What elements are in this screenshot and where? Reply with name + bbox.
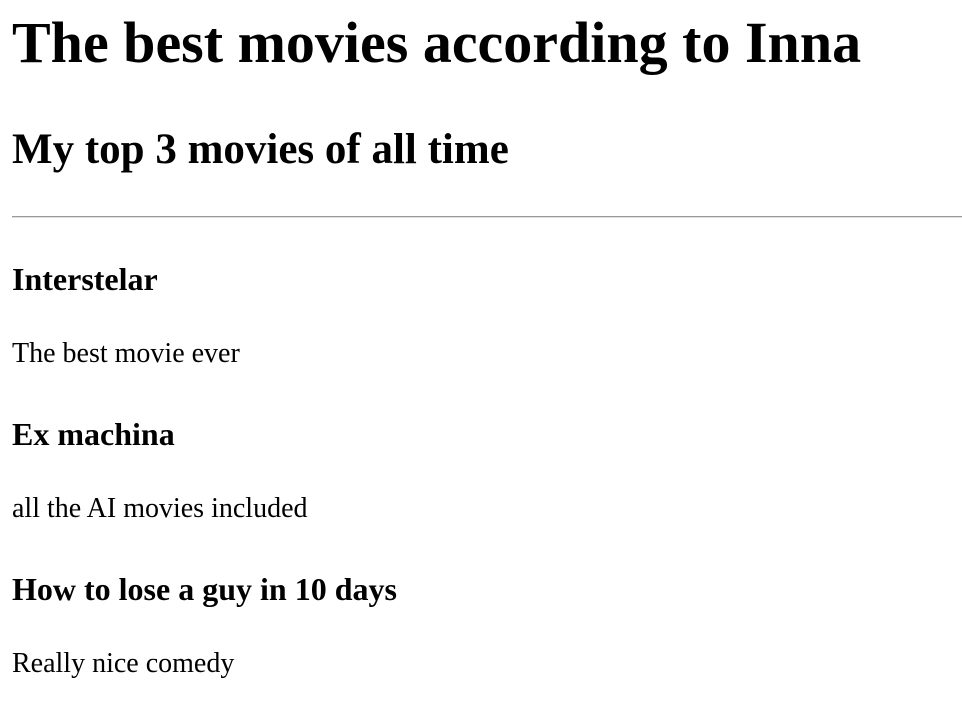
page-title: The best movies according to Inna [12,10,862,75]
movie-description: The best movie ever [12,338,240,369]
movie-description: all the AI movies included [12,493,308,524]
movie-item-2: Ex machina all the AI movies included [12,414,308,524]
movie-description: Really nice comedy [12,648,235,679]
page-subtitle: My top 3 movies of all time [12,126,509,173]
movie-title: Ex machina [12,416,175,452]
movie-item-1: Interstelar The best movie ever [12,259,240,369]
divider [12,216,962,218]
movie-title: Interstelar [12,261,158,297]
movie-item-3: How to lose a guy in 10 days Really nice… [12,569,397,679]
movie-title: How to lose a guy in 10 days [12,571,397,607]
